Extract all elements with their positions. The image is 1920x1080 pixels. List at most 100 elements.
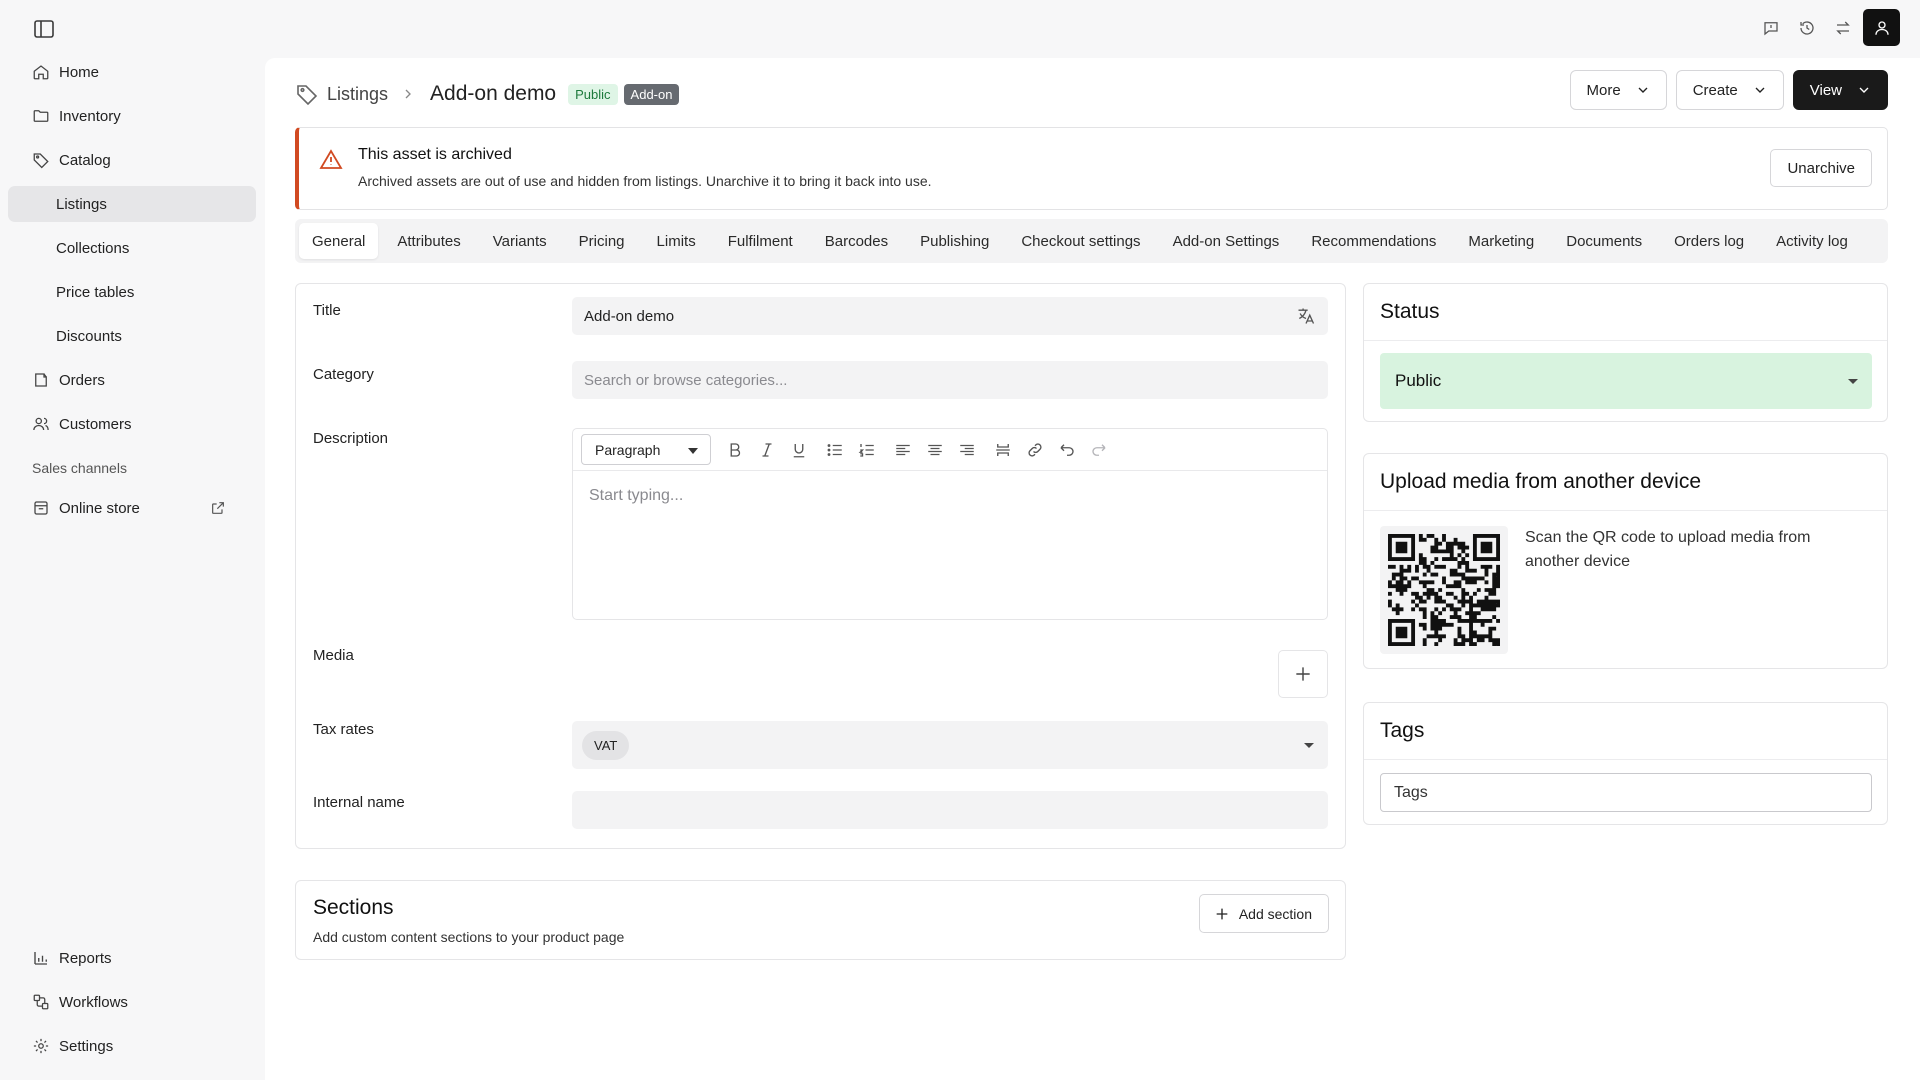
tab-marketing[interactable]: Marketing (1455, 223, 1547, 259)
upload-media-card: Upload media from another device Scan th… (1363, 453, 1888, 669)
nav-label: Reports (59, 949, 112, 967)
tags-input[interactable]: Tags (1380, 773, 1872, 812)
nav-item-discounts[interactable]: Discounts (8, 318, 256, 354)
nav-item-workflows[interactable]: Workflows (8, 984, 256, 1020)
upload-text: Scan the QR code to upload media from an… (1525, 529, 1811, 570)
nav-item-reports[interactable]: Reports (8, 940, 256, 976)
view-button[interactable]: View (1792, 70, 1888, 110)
tab-pricing[interactable]: Pricing (566, 223, 638, 259)
add-section-button[interactable]: Add section (1198, 894, 1329, 933)
status-card: Status Public (1363, 283, 1888, 422)
top-toolbar (1753, 9, 1900, 46)
bar-chart-icon (32, 949, 50, 967)
nav-item-online-store[interactable]: Online store (8, 490, 256, 526)
media-label: Media (313, 647, 354, 664)
internal-name-input[interactable] (572, 791, 1328, 829)
nav-item-catalog[interactable]: Catalog (8, 142, 256, 178)
description-editor[interactable]: Paragraph Start typing... (572, 428, 1328, 620)
bullet-list-icon[interactable] (825, 440, 845, 460)
tab-publishing[interactable]: Publishing (907, 223, 1002, 259)
page-title: Add-on demo (430, 82, 557, 105)
breadcrumb-listings[interactable]: Listings (327, 84, 388, 105)
status-select[interactable]: Public (1380, 353, 1872, 409)
history-icon[interactable] (1789, 10, 1825, 46)
nav-item-price-tables[interactable]: Price tables (8, 274, 256, 310)
numbered-list-icon[interactable] (857, 440, 877, 460)
category-search-input[interactable]: Search or browse categories... (572, 361, 1328, 399)
caret-down-icon (1848, 379, 1858, 384)
tab-attributes[interactable]: Attributes (384, 223, 473, 259)
translate-icon[interactable] (1296, 306, 1316, 326)
tab-add-on-settings[interactable]: Add-on Settings (1160, 223, 1293, 259)
sections-subtitle: Add custom content sections to your prod… (313, 929, 625, 945)
nav-item-home[interactable]: Home (8, 54, 256, 90)
alert-text: Archived assets are out of use and hidde… (358, 173, 932, 189)
nav-item-orders[interactable]: Orders (8, 362, 256, 398)
qr-modules (1388, 534, 1500, 646)
store-icon (32, 499, 50, 517)
more-button[interactable]: More (1569, 70, 1667, 110)
chevron-down-icon (1638, 87, 1648, 93)
plus-icon (1296, 667, 1310, 681)
general-form-card: Title Add-on demo Category Search or bro… (295, 283, 1346, 849)
tab-barcodes[interactable]: Barcodes (812, 223, 901, 259)
align-right-icon[interactable] (957, 440, 977, 460)
nav-label: Customers (59, 415, 132, 433)
tab-orders-log[interactable]: Orders log (1661, 223, 1757, 259)
tax-rates-select[interactable]: VAT (572, 721, 1328, 769)
workflow-icon (32, 993, 50, 1011)
nav-label: Discounts (56, 327, 122, 345)
chevron-down-icon (1859, 87, 1869, 93)
tab-variants[interactable]: Variants (480, 223, 560, 259)
external-link-icon[interactable] (210, 500, 226, 516)
caret-down-icon (688, 448, 698, 454)
page-break-icon[interactable] (993, 440, 1013, 460)
chevron-right-icon (400, 86, 416, 102)
tab-activity-log[interactable]: Activity log (1763, 223, 1861, 259)
users-icon (32, 415, 50, 433)
switch-arrows-icon[interactable] (1825, 10, 1861, 46)
link-icon[interactable] (1025, 440, 1045, 460)
tab-checkout-settings[interactable]: Checkout settings (1008, 223, 1153, 259)
align-center-icon[interactable] (925, 440, 945, 460)
nav-label: Orders (59, 371, 105, 389)
add-section-label: Add section (1238, 905, 1312, 922)
caret-down-icon (1304, 743, 1314, 748)
tab-recommendations[interactable]: Recommendations (1298, 223, 1449, 259)
add-media-button[interactable] (1278, 650, 1328, 698)
nav-label: Settings (59, 1037, 114, 1055)
editor-toolbar: Paragraph (573, 429, 1327, 471)
bottom-nav: Reports Workflows Settings (8, 940, 256, 1072)
nav-label: Catalog (59, 151, 111, 169)
paragraph-select[interactable]: Paragraph (581, 434, 711, 465)
orders-icon (32, 371, 50, 389)
unarchive-button[interactable]: Unarchive (1770, 149, 1872, 187)
tab-limits[interactable]: Limits (644, 223, 709, 259)
title-field[interactable]: Add-on demo (572, 297, 1328, 335)
tab-fulfilment[interactable]: Fulfilment (715, 223, 806, 259)
feedback-icon[interactable] (1753, 10, 1789, 46)
editor-placeholder: Start typing... (589, 487, 684, 504)
tab-documents[interactable]: Documents (1553, 223, 1655, 259)
nav-item-inventory[interactable]: Inventory (8, 98, 256, 134)
nav-item-settings[interactable]: Settings (8, 1028, 256, 1064)
redo-icon[interactable] (1089, 440, 1109, 460)
avatar[interactable] (1863, 9, 1900, 46)
italic-icon[interactable] (757, 440, 777, 460)
alert-title: This asset is archived (358, 146, 512, 163)
create-button[interactable]: Create (1675, 70, 1784, 110)
sidebar-toggle-icon[interactable] (32, 17, 56, 41)
align-left-icon[interactable] (893, 440, 913, 460)
vat-chip[interactable]: VAT (582, 730, 630, 760)
nav-label: Inventory (59, 107, 121, 125)
nav-label: Price tables (56, 283, 135, 301)
nav-item-listings[interactable]: Listings (8, 186, 256, 222)
page-header: Listings Add-on demo Public Add-on (295, 76, 685, 112)
nav-label: Workflows (59, 993, 128, 1011)
underline-icon[interactable] (789, 440, 809, 460)
undo-icon[interactable] (1057, 440, 1077, 460)
tab-general[interactable]: General (299, 223, 379, 259)
nav-item-collections[interactable]: Collections (8, 230, 256, 266)
bold-icon[interactable] (725, 440, 745, 460)
nav-item-customers[interactable]: Customers (8, 406, 256, 442)
